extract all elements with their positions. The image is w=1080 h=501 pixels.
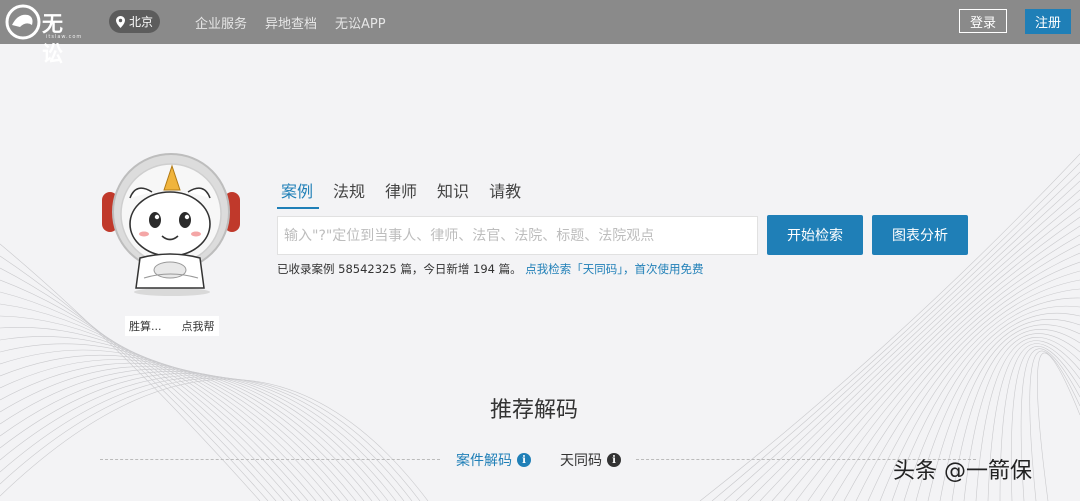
tab-case-decode[interactable]: 案件解码 i — [456, 450, 531, 470]
location-pin-icon — [115, 15, 125, 28]
tab-lawyers[interactable]: 律师 — [385, 178, 417, 207]
city-label: 北京 — [128, 15, 153, 29]
mascot-caption[interactable]: 胜算... 点我帮 — [125, 316, 219, 336]
logo-icon — [5, 4, 41, 40]
tab-cases[interactable]: 案例 — [276, 178, 320, 209]
nav-enterprise-service[interactable]: 企业服务 — [195, 13, 247, 32]
divider-left — [100, 459, 440, 460]
register-button[interactable]: 注册 — [1025, 9, 1071, 34]
start-search-button[interactable]: 开始检索 — [767, 215, 863, 255]
watermark-text: 头条 @一箭保 — [893, 459, 1032, 484]
city-selector[interactable]: 北京 — [109, 10, 160, 33]
login-button[interactable]: 登录 — [959, 9, 1007, 33]
site-logo[interactable]: 无讼 itslaw.com — [4, 3, 84, 66]
tab-regulations[interactable]: 法规 — [333, 178, 365, 207]
tab-tiantong-code[interactable]: 天同码 i — [560, 450, 621, 470]
chart-analysis-button[interactable]: 图表分析 — [872, 215, 968, 255]
nav-app[interactable]: 无讼APP — [335, 13, 386, 32]
recommend-section-title: 推荐解码 — [490, 398, 579, 423]
top-navigation-bar: 无讼 itslaw.com 北京 企业服务 异地查档 无讼APP 登录 注册 — [0, 0, 1080, 66]
case-stats-text: 已收录案例 58542325 篇，今日新增 194 篇。 — [277, 262, 522, 276]
logo-subtext: itslaw.com — [46, 34, 83, 40]
tab-knowledge[interactable]: 知识 — [437, 178, 469, 207]
search-input[interactable] — [277, 216, 758, 255]
tab-case-decode-label: 案件解码 — [456, 453, 512, 469]
case-stats: 已收录案例 58542325 篇，今日新增 194 篇。 点我检索「天同码」，首… — [277, 261, 704, 277]
tab-consult[interactable]: 请教 — [489, 178, 521, 207]
mascot-caption-right: 点我帮 — [181, 320, 215, 333]
mascot-caption-left: 胜算... — [129, 320, 162, 333]
tab-tiantong-code-label: 天同码 — [560, 453, 602, 469]
nav-remote-archive[interactable]: 异地查档 — [265, 13, 317, 32]
info-icon[interactable]: i — [607, 453, 621, 467]
astronaut-mascot-icon[interactable] — [100, 150, 245, 300]
tiantong-code-link[interactable]: 点我检索「天同码」，首次使用免费 — [525, 262, 703, 276]
search-category-tabs: 案例 法规 律师 知识 请教 — [276, 178, 541, 209]
info-icon[interactable]: i — [517, 453, 531, 467]
